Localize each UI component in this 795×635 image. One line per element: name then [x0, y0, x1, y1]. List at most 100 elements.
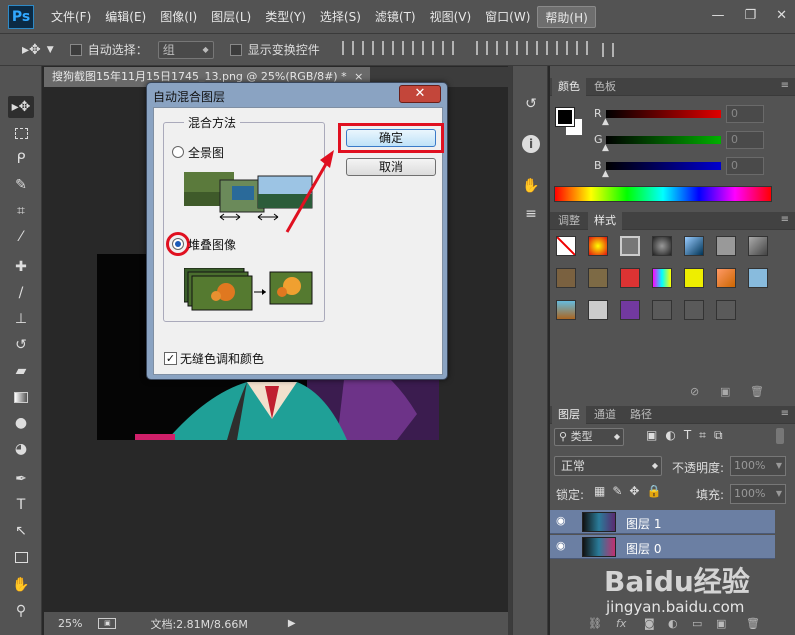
menu-item[interactable]: 文件(F) — [44, 6, 98, 28]
opacity-field[interactable]: 100% ▼ — [730, 456, 786, 476]
style-swatch[interactable] — [684, 300, 704, 320]
adjustment-filter-icon[interactable]: ◐ — [665, 428, 675, 442]
filter-toggle[interactable] — [776, 428, 784, 444]
hand-tool-icon[interactable]: ✋ — [8, 574, 34, 596]
history-panel-icon[interactable]: ↺ — [519, 92, 543, 116]
panorama-radio[interactable] — [172, 146, 184, 158]
path-select-tool-icon[interactable]: ↖ — [8, 520, 34, 542]
style-swatch[interactable] — [716, 268, 736, 288]
auto-align-icon[interactable] — [601, 42, 614, 57]
blur-tool-icon[interactable]: ● — [8, 412, 34, 434]
menu-item[interactable]: 帮助(H) — [537, 6, 596, 28]
image-filter-icon[interactable]: ▣ — [646, 428, 657, 442]
spectrum-bar[interactable] — [554, 186, 772, 202]
visibility-eye-icon[interactable]: ◉ — [556, 539, 566, 552]
distribute-vcenter-icon[interactable] — [495, 41, 508, 55]
styles-panel-menu-icon[interactable]: ≡ — [781, 214, 789, 225]
crop-tool-icon[interactable]: ⌗ — [8, 200, 34, 222]
cancel-button[interactable]: 取消 — [346, 158, 436, 176]
tab-channels[interactable]: 通道 — [588, 406, 622, 424]
align-right-icon[interactable] — [441, 41, 454, 55]
style-swatch[interactable] — [620, 236, 640, 256]
lock-image-icon[interactable]: ✎ — [612, 484, 622, 498]
slider-thumb-icon[interactable]: ▲ — [602, 169, 609, 179]
dialog-close-button[interactable]: ✕ — [399, 85, 441, 103]
style-swatch[interactable] — [588, 300, 608, 320]
style-swatch[interactable] — [716, 300, 736, 320]
info-panel-icon[interactable]: i — [519, 132, 543, 156]
layer-row[interactable]: ◉ 图层 1 — [550, 510, 775, 534]
tab-adjustments[interactable]: 调整 — [552, 212, 586, 230]
quick-select-tool-icon[interactable]: ✎ — [8, 174, 34, 196]
align-hcenter-icon[interactable] — [421, 41, 434, 55]
auto-select-checkbox[interactable] — [69, 43, 82, 56]
align-left-icon[interactable] — [401, 41, 414, 55]
style-swatch[interactable] — [748, 268, 768, 288]
distribute-left-icon[interactable] — [535, 41, 548, 55]
properties-panel-icon[interactable]: ≡ — [519, 202, 543, 226]
foreground-swatch[interactable] — [555, 107, 575, 127]
channel-slider[interactable]: ▲ — [602, 110, 721, 127]
eyedropper-tool-icon[interactable]: ⁄ — [8, 226, 34, 248]
move-tool-icon[interactable]: ▸✥ — [8, 96, 34, 118]
channel-value-field[interactable]: 0 — [726, 131, 764, 149]
blend-mode-dropdown[interactable]: 正常 ◆ — [554, 456, 662, 476]
style-swatch[interactable] — [620, 300, 640, 320]
new-style-icon[interactable]: ▣ — [720, 385, 730, 398]
channel-slider[interactable]: ▲ — [602, 136, 721, 153]
tool-preset-chevron-icon[interactable]: ▼ — [47, 45, 54, 55]
smart-object-filter-icon[interactable]: ⧉ — [714, 428, 723, 442]
channel-value-field[interactable]: 0 — [726, 105, 764, 123]
menu-item[interactable]: 滤镜(T) — [368, 6, 423, 28]
lasso-tool-icon[interactable]: ᑭ — [8, 148, 34, 170]
layers-panel-menu-icon[interactable]: ≡ — [781, 408, 789, 419]
clear-style-icon[interactable]: ⊘ — [690, 385, 699, 398]
show-transform-checkbox[interactable] — [229, 43, 242, 56]
style-swatch[interactable] — [588, 268, 608, 288]
layer-filter-dropdown[interactable]: ⚲ 类型 ◆ — [554, 428, 624, 446]
lock-all-icon[interactable]: 🔒 — [646, 484, 661, 498]
type-tool-icon[interactable]: T — [8, 494, 34, 516]
menu-item[interactable]: 选择(S) — [313, 6, 368, 28]
style-swatch[interactable] — [652, 300, 672, 320]
seamless-checkbox[interactable]: ✓ — [164, 352, 177, 365]
align-top-icon[interactable] — [341, 41, 354, 55]
distribute-bottom-icon[interactable] — [515, 41, 528, 55]
align-bottom-icon[interactable] — [381, 41, 394, 55]
type-filter-icon[interactable]: T — [684, 428, 691, 442]
slider-thumb-icon[interactable]: ▲ — [602, 143, 609, 153]
style-swatch[interactable] — [748, 236, 768, 256]
slider-thumb-icon[interactable]: ▲ — [602, 117, 609, 127]
style-swatch[interactable] — [684, 236, 704, 256]
distribute-hcenter-icon[interactable] — [555, 41, 568, 55]
brush-tool-icon[interactable]: / — [8, 282, 34, 304]
style-swatch[interactable] — [652, 236, 672, 256]
style-swatch[interactable] — [588, 236, 608, 256]
lock-transparent-icon[interactable]: ▦ — [594, 484, 605, 498]
style-swatch[interactable] — [556, 300, 576, 320]
menu-item[interactable]: 视图(V) — [423, 6, 479, 28]
zoom-tool-icon[interactable]: ⚲ — [8, 600, 34, 622]
status-icon[interactable]: ▣ — [98, 618, 117, 629]
tab-paths[interactable]: 路径 — [624, 406, 658, 424]
close-window-button[interactable]: ✕ — [776, 8, 787, 23]
style-swatch[interactable] — [684, 268, 704, 288]
color-panel-menu-icon[interactable]: ≡ — [781, 80, 789, 91]
delete-style-icon[interactable]: 🗑 — [750, 385, 764, 398]
style-swatch[interactable] — [556, 236, 576, 256]
dodge-tool-icon[interactable]: ◕ — [8, 438, 34, 460]
gradient-tool-icon[interactable] — [8, 386, 34, 408]
style-swatch[interactable] — [716, 236, 736, 256]
clone-stamp-tool-icon[interactable]: ⊥ — [8, 308, 34, 330]
tab-layers[interactable]: 图层 — [552, 406, 586, 424]
zoom-level[interactable]: 25% — [58, 617, 82, 630]
menu-item[interactable]: 窗口(W) — [478, 6, 537, 28]
distribute-right-icon[interactable] — [575, 41, 588, 55]
status-menu-arrow-icon[interactable]: ▶ — [288, 618, 296, 629]
restore-button[interactable]: ❐ — [744, 8, 756, 23]
layer-row[interactable]: ◉ 图层 0 — [550, 535, 775, 559]
align-vcenter-icon[interactable] — [361, 41, 374, 55]
lock-position-icon[interactable]: ✥ — [629, 484, 639, 498]
menu-item[interactable]: 编辑(E) — [98, 6, 153, 28]
shape-tool-icon[interactable] — [8, 546, 34, 568]
